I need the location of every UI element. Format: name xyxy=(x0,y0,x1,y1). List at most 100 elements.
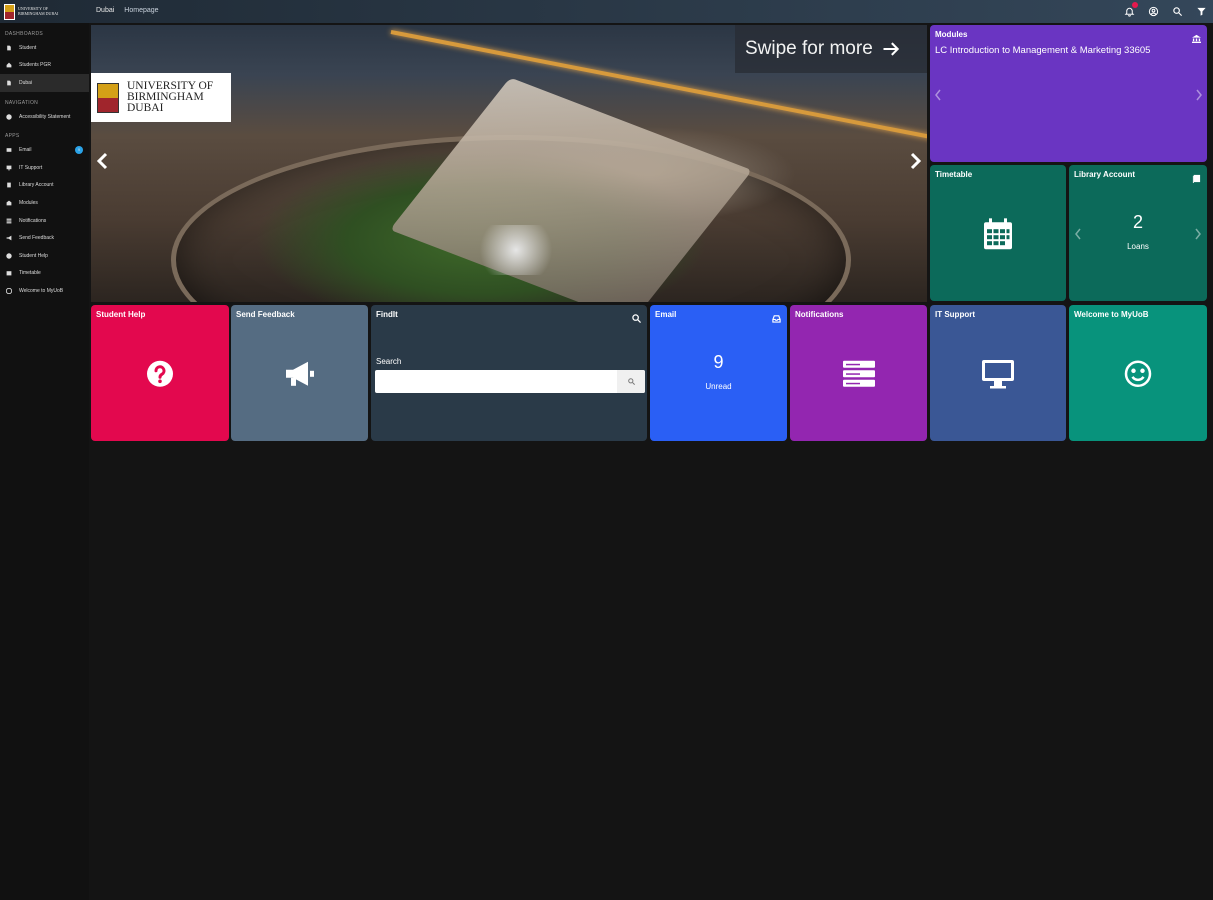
university-logo: UNIVERSITY OF BIRMINGHAM DUBAI xyxy=(91,73,231,122)
carousel-prev-button[interactable] xyxy=(95,151,111,171)
sidebar-item-label: Student xyxy=(19,44,37,51)
tile-title: Student Help xyxy=(96,310,146,319)
swipe-banner[interactable]: Swipe for more xyxy=(735,25,927,73)
breadcrumb-homepage[interactable]: Homepage xyxy=(124,7,158,14)
findit-search-button[interactable] xyxy=(617,370,645,393)
sidebar-item-modules[interactable]: Modules xyxy=(0,194,89,212)
mail-icon xyxy=(6,147,12,153)
monitor-icon xyxy=(6,165,12,171)
sidebar-heading-navigation: NAVIGATION xyxy=(5,99,39,106)
tile-timetable[interactable]: Timetable xyxy=(930,165,1066,301)
search-button[interactable] xyxy=(1171,4,1183,18)
breadcrumb: Dubai Homepage xyxy=(96,7,159,14)
document-icon xyxy=(6,80,12,86)
sidebar-item-notifications[interactable]: Notifications xyxy=(0,212,89,230)
tile-send-feedback[interactable]: Send Feedback xyxy=(231,305,368,441)
filter-button[interactable] xyxy=(1195,4,1207,18)
search-icon xyxy=(632,310,641,323)
sidebar-heading-apps: APPS xyxy=(5,133,20,140)
modules-next-button[interactable] xyxy=(1195,88,1203,100)
sidebar-item-label: Modules xyxy=(19,199,38,206)
sidebar-item-dubai[interactable]: Dubai xyxy=(0,74,89,92)
account-button[interactable] xyxy=(1147,4,1159,18)
book-icon xyxy=(1192,170,1201,183)
calendar-icon xyxy=(6,270,12,276)
calendar-icon xyxy=(983,218,1013,255)
modules-prev-button[interactable] xyxy=(934,88,942,100)
book-icon xyxy=(6,182,12,188)
sidebar: DASHBOARDS Student Students PGR Dubai NA… xyxy=(0,23,89,900)
sidebar-item-welcome[interactable]: Welcome to MyUoB xyxy=(0,282,89,300)
list-icon xyxy=(6,218,12,224)
chevron-left-icon xyxy=(935,89,941,100)
sidebar-heading-dashboards: DASHBOARDS xyxy=(5,31,44,37)
question-icon xyxy=(146,360,174,393)
sidebar-item-label: Student Help xyxy=(19,252,48,259)
top-bar: UNIVERSITY OF BIRMINGHAM DUBAI Dubai Hom… xyxy=(0,0,1213,23)
tile-modules[interactable]: Modules LC Introduction to Management & … xyxy=(930,25,1207,162)
tile-library-account[interactable]: Library Account 2 Loans xyxy=(1069,165,1207,301)
findit-search-box xyxy=(375,370,645,393)
sidebar-item-label: Notifications xyxy=(19,217,47,224)
sidebar-item-label: Dubai xyxy=(19,79,33,86)
filter-icon xyxy=(1196,7,1206,16)
home-icon xyxy=(6,62,12,68)
search-label: Search xyxy=(376,357,402,366)
info-icon xyxy=(6,113,12,120)
sidebar-item-label: Library Account xyxy=(19,182,54,189)
sidebar-item-library-account[interactable]: Library Account xyxy=(0,177,89,195)
tile-title: Notifications xyxy=(795,310,844,319)
notifications-bell-button[interactable] xyxy=(1123,2,1138,18)
megaphone-icon xyxy=(284,360,316,393)
email-unread-count: 9 xyxy=(713,352,724,372)
brand-text: UNIVERSITY OF BIRMINGHAM DUBAI xyxy=(18,6,59,16)
search-icon xyxy=(1172,6,1182,16)
document-icon xyxy=(6,45,12,51)
tile-title: Timetable xyxy=(935,170,973,179)
logo-line-3: DUBAI xyxy=(127,102,164,114)
tile-it-support[interactable]: IT Support xyxy=(930,305,1066,441)
findit-search-input[interactable] xyxy=(375,370,617,393)
tile-title: Modules xyxy=(935,30,968,39)
sidebar-item-student[interactable]: Student xyxy=(0,39,89,57)
search-icon xyxy=(627,378,635,385)
hero-carousel[interactable]: UNIVERSITY OF BIRMINGHAM DUBAI Swipe for… xyxy=(91,25,927,302)
hero-tents xyxy=(471,225,561,275)
tile-title: FindIt xyxy=(376,310,398,319)
breadcrumb-dubai[interactable]: Dubai xyxy=(96,7,114,14)
chevron-left-icon xyxy=(1075,228,1081,240)
list-icon xyxy=(842,360,875,393)
brand-logo[interactable]: UNIVERSITY OF BIRMINGHAM DUBAI xyxy=(4,2,74,21)
swipe-text: Swipe for more xyxy=(745,38,873,59)
sidebar-item-timetable[interactable]: Timetable xyxy=(0,265,89,283)
notification-badge xyxy=(1132,2,1138,8)
sidebar-item-it-support[interactable]: IT Support xyxy=(0,159,89,177)
user-icon xyxy=(1148,6,1158,16)
email-badge: 9 xyxy=(75,146,83,155)
tile-student-help[interactable]: Student Help xyxy=(91,305,229,441)
carousel-next-button[interactable] xyxy=(907,151,923,171)
tile-email[interactable]: Email 9 Unread xyxy=(650,305,787,441)
sidebar-item-email[interactable]: Email 9 xyxy=(0,141,89,159)
crest-icon xyxy=(4,3,15,20)
tile-title: IT Support xyxy=(935,310,975,319)
sidebar-item-label: Accessibility Statement xyxy=(19,113,71,120)
sidebar-item-student-help[interactable]: Student Help xyxy=(0,247,89,265)
sidebar-item-label: Welcome to MyUoB xyxy=(19,287,64,294)
smile-icon xyxy=(6,287,12,294)
tile-notifications[interactable]: Notifications xyxy=(790,305,927,441)
inbox-icon xyxy=(772,310,781,323)
library-prev-button[interactable] xyxy=(1074,227,1082,240)
smile-icon xyxy=(1124,360,1152,393)
sidebar-item-label: Timetable xyxy=(19,270,41,277)
sidebar-item-students-pgr[interactable]: Students PGR xyxy=(0,57,89,75)
chevron-right-icon xyxy=(1196,89,1202,100)
chevron-right-icon xyxy=(1195,228,1201,240)
sidebar-item-send-feedback[interactable]: Send Feedback xyxy=(0,229,89,247)
sidebar-item-accessibility[interactable]: Accessibility Statement xyxy=(0,108,89,126)
monitor-icon xyxy=(981,359,1015,394)
library-next-button[interactable] xyxy=(1194,227,1202,240)
chevron-left-icon xyxy=(96,152,108,170)
tile-welcome[interactable]: Welcome to MyUoB xyxy=(1069,305,1207,441)
module-name[interactable]: LC Introduction to Management & Marketin… xyxy=(935,45,1150,56)
